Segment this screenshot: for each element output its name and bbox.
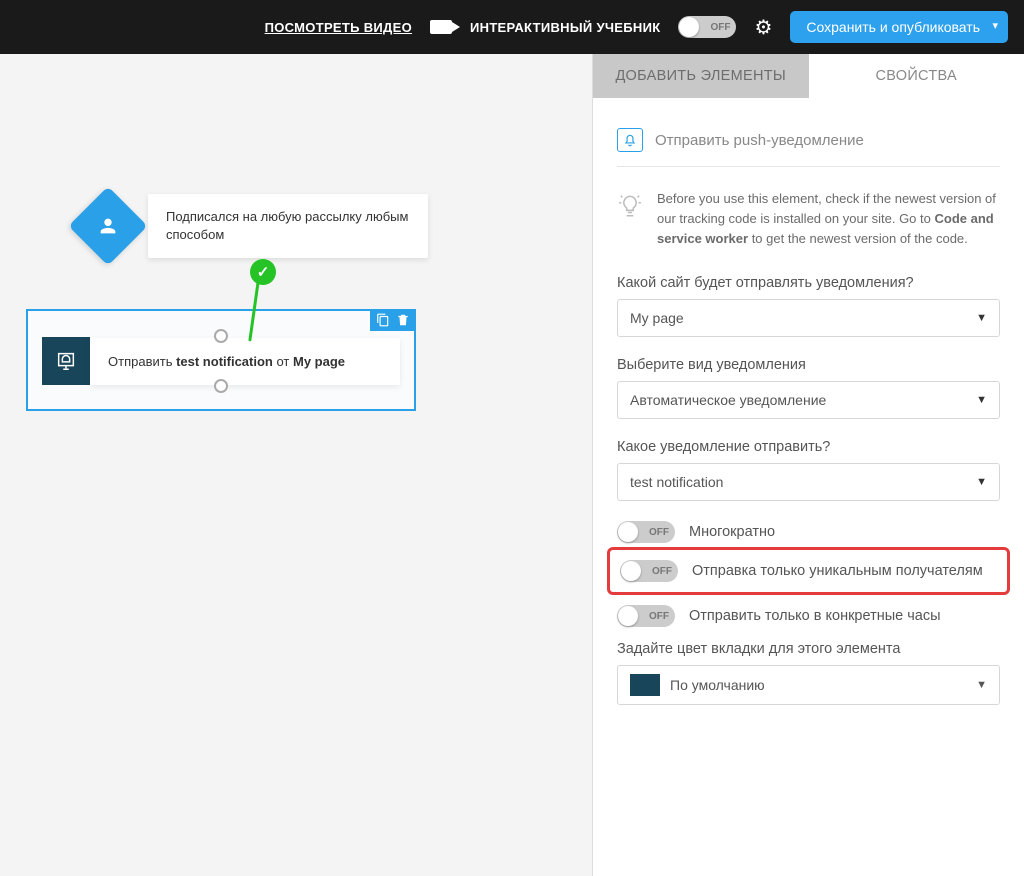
action-node: Отправить test notification от My page — [42, 337, 400, 385]
properties-panel: ДОБАВИТЬ ЭЛЕМЕНТЫ СВОЙСТВА Отправить pus… — [592, 54, 1024, 876]
flow-canvas[interactable]: Подписался на любую рассылку любым спосо… — [0, 54, 592, 876]
trigger-text: Подписался на любую рассылку любым спосо… — [148, 194, 428, 258]
port-out[interactable] — [214, 379, 228, 393]
info-row: Before you use this element, check if th… — [617, 189, 1000, 249]
panel-tabs: ДОБАВИТЬ ЭЛЕМЕНТЫ СВОЙСТВА — [593, 54, 1024, 98]
node-toolbar — [370, 309, 416, 331]
toggle-hours-label: Отправить только в конкретные часы — [689, 607, 941, 627]
check-icon: ✓ — [250, 259, 276, 285]
trash-icon[interactable] — [396, 313, 410, 327]
select-site[interactable]: My page ▼ — [617, 299, 1000, 337]
action-text: Отправить test notification от My page — [90, 338, 400, 385]
tutorial-toggle[interactable]: OFF — [678, 16, 736, 38]
tab-properties[interactable]: СВОЙСТВА — [809, 54, 1024, 98]
highlight-box: OFF Отправка только уникальным получател… — [607, 547, 1010, 595]
toggle-knob — [618, 522, 638, 542]
info-text: Before you use this element, check if th… — [657, 189, 1000, 249]
toggle-state: OFF — [649, 611, 669, 622]
toggle-state: OFF — [710, 22, 730, 33]
select-type-value: Автоматическое уведомление — [630, 392, 826, 408]
caret-icon: ▼ — [976, 679, 987, 691]
gear-icon[interactable]: ⚙ — [754, 15, 772, 40]
toggle-repeat-label: Многократно — [689, 523, 775, 543]
trigger-diamond — [68, 187, 147, 266]
color-swatch — [630, 674, 660, 696]
select-color-value: По умолчанию — [670, 677, 765, 693]
section-title: Отправить push-уведомление — [617, 128, 1000, 167]
label-color: Задайте цвет вкладки для этого элемента — [617, 641, 1000, 657]
main: Подписался на любую рассылку любым спосо… — [0, 54, 1024, 876]
caret-icon: ▼ — [976, 394, 987, 406]
panel-body: Отправить push-уведомление Before you us… — [593, 98, 1024, 876]
select-notification[interactable]: test notification ▼ — [617, 463, 1000, 501]
section-title-text: Отправить push-уведомление — [655, 132, 864, 149]
interactive-tutorial-label: ИНТЕРАКТИВНЫЙ УЧЕБНИК — [470, 20, 660, 35]
toggle-repeat[interactable]: OFF — [617, 521, 675, 543]
copy-icon[interactable] — [376, 313, 390, 327]
toggle-knob — [679, 17, 699, 37]
bulb-icon — [617, 193, 643, 249]
action-node-selected[interactable]: Отправить test notification от My page — [26, 309, 416, 411]
toggle-unique[interactable]: OFF — [620, 560, 678, 582]
bell-box-icon — [617, 128, 643, 152]
toggle-unique-label: Отправка только уникальным получателям — [692, 562, 983, 582]
watch-video-link[interactable]: ПОСМОТРЕТЬ ВИДЕО — [265, 20, 412, 35]
bell-icon — [42, 337, 90, 385]
caret-icon: ▼ — [976, 476, 987, 488]
trigger-node[interactable]: Подписался на любую рассылку любым спосо… — [80, 194, 428, 258]
select-type[interactable]: Автоматическое уведомление ▼ — [617, 381, 1000, 419]
video-icon — [430, 20, 452, 34]
publish-button[interactable]: Сохранить и опубликовать — [790, 11, 1008, 43]
toggle-knob — [618, 606, 638, 626]
topbar: ПОСМОТРЕТЬ ВИДЕО ИНТЕРАКТИВНЫЙ УЧЕБНИК O… — [0, 0, 1024, 54]
select-color[interactable]: По умолчанию ▼ — [617, 665, 1000, 705]
toggle-state: OFF — [649, 527, 669, 538]
label-which: Какое уведомление отправить? — [617, 439, 1000, 455]
toggle-row-hours: OFF Отправить только в конкретные часы — [617, 605, 1000, 627]
caret-icon: ▼ — [976, 312, 987, 324]
person-icon — [97, 215, 119, 237]
port-in[interactable] — [214, 329, 228, 343]
tab-add-elements[interactable]: ДОБАВИТЬ ЭЛЕМЕНТЫ — [593, 54, 809, 98]
toggle-hours[interactable]: OFF — [617, 605, 675, 627]
toggle-knob — [621, 561, 641, 581]
toggle-row-repeat: OFF Многократно — [617, 521, 1000, 543]
select-notification-value: test notification — [630, 474, 723, 490]
toggle-row-unique: OFF Отправка только уникальным получател… — [620, 560, 997, 582]
label-site: Какой сайт будет отправлять уведомления? — [617, 275, 1000, 291]
select-site-value: My page — [630, 310, 684, 326]
toggle-state: OFF — [652, 566, 672, 577]
label-type: Выберите вид уведомления — [617, 357, 1000, 373]
